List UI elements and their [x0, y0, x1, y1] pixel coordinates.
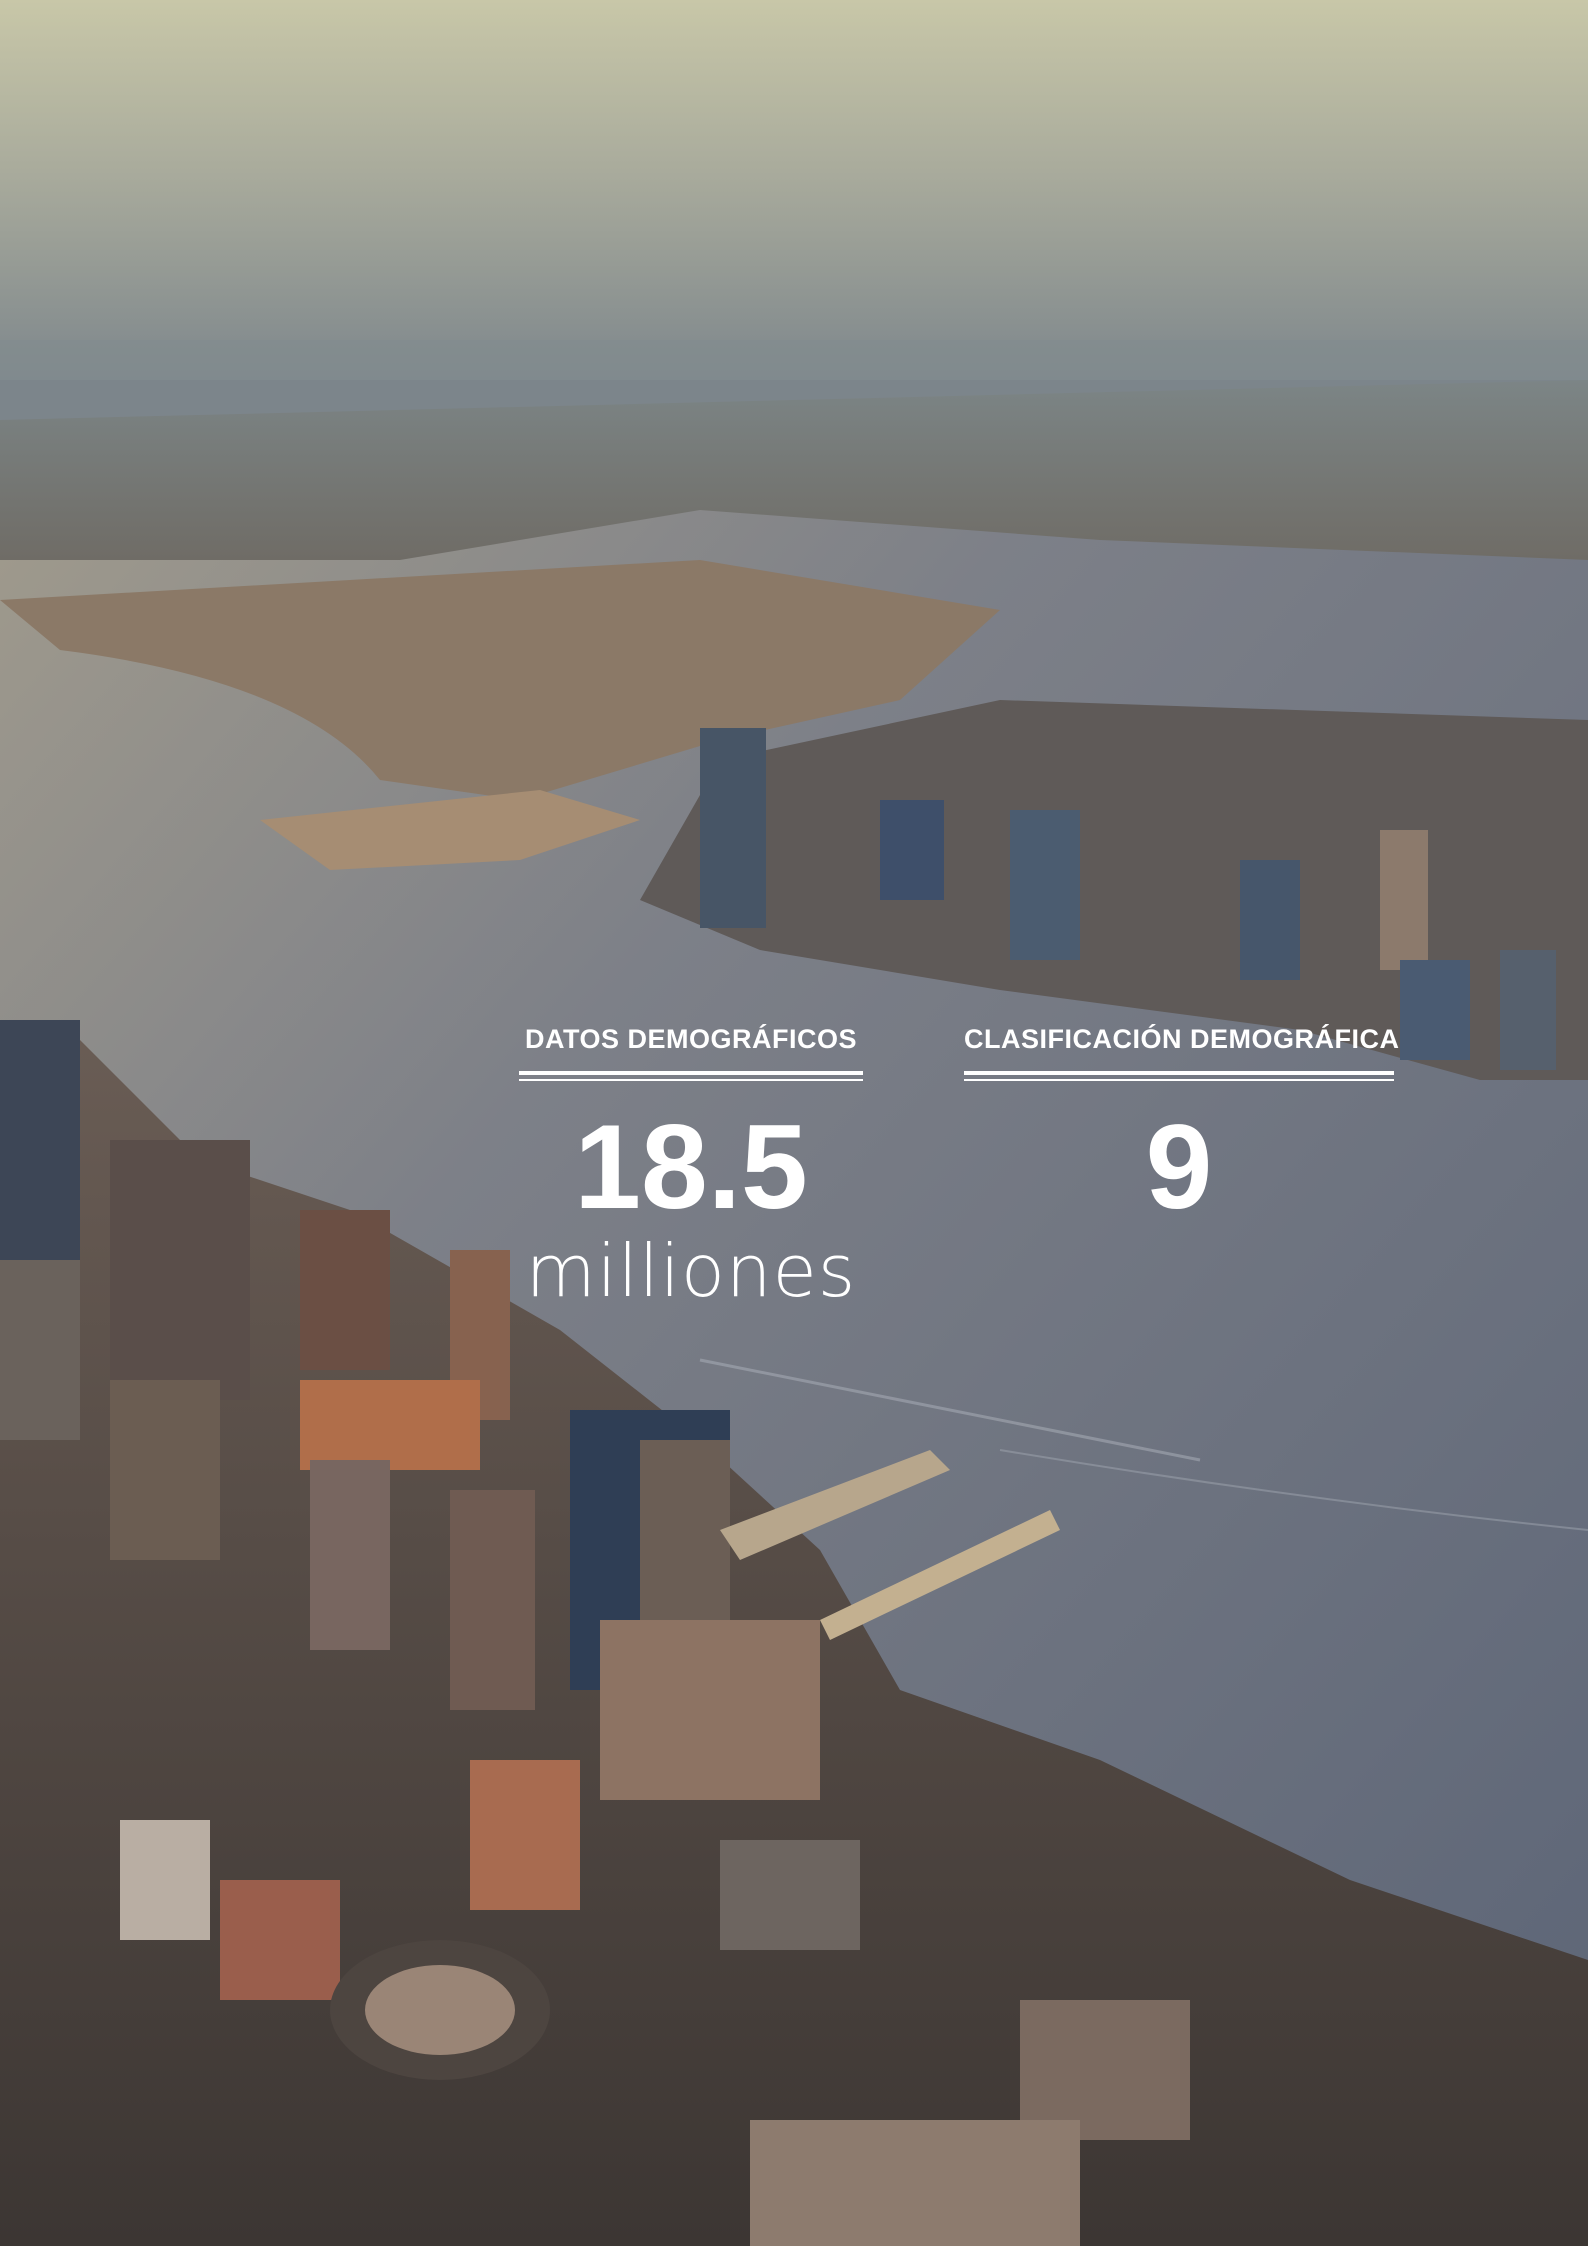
tower: [0, 1020, 80, 1260]
demographics-stat: DATOS DEMOGRÁFICOS 18.5 milliones: [519, 1024, 863, 1307]
tower: [720, 1840, 860, 1950]
tower: [310, 1460, 390, 1650]
tower: [880, 800, 944, 900]
tower: [470, 1760, 580, 1910]
tower: [700, 728, 766, 928]
divider: [964, 1071, 1394, 1081]
tower: [1380, 830, 1428, 970]
tower: [0, 1260, 80, 1440]
tower: [450, 1490, 535, 1710]
stat-label: DATOS DEMOGRÁFICOS: [524, 1024, 857, 1054]
tower: [300, 1380, 480, 1470]
divider: [519, 1071, 863, 1081]
tower: [120, 1820, 210, 1940]
tower: [1400, 960, 1470, 1060]
stat-value: 9: [1145, 1100, 1213, 1234]
sky: [0, 0, 1588, 380]
traffic-circle-center: [365, 1965, 515, 2055]
tower: [110, 1380, 220, 1560]
tower: [1020, 2000, 1190, 2140]
tower: [110, 1140, 250, 1400]
tower: [1240, 860, 1300, 980]
stat-unit: milliones: [525, 1229, 857, 1313]
tower: [300, 1210, 390, 1370]
ranking-stat: CLASIFICACIÓN DEMOGRÁFICA 9: [964, 1024, 1400, 1234]
tower: [750, 2120, 1080, 2246]
tower: [600, 1620, 820, 1800]
tower: [1010, 810, 1080, 960]
stat-value: 18.5: [574, 1100, 808, 1234]
tower: [1500, 950, 1556, 1070]
tower: [220, 1880, 340, 2000]
stat-label: CLASIFICACIÓN DEMOGRÁFICA: [964, 1024, 1400, 1054]
